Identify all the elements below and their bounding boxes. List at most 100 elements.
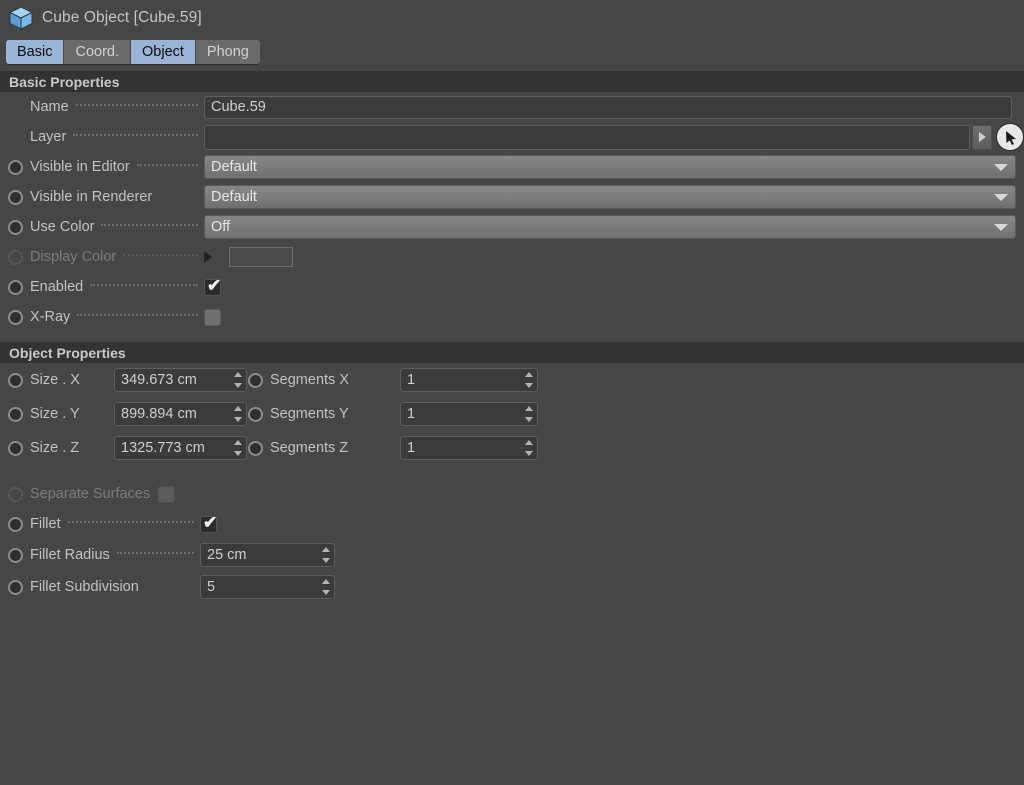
visible-in-editor-value: Default — [211, 159, 257, 175]
leader-dots — [101, 223, 198, 226]
segments-x-input[interactable]: 1 — [400, 368, 538, 392]
segments-y-input[interactable]: 1 — [400, 402, 538, 426]
row-size-z: Size . Z 1325.773 cm Segments Z 1 — [0, 431, 1024, 465]
name-label-cell: Name — [8, 99, 204, 115]
animate-dot-segments-x[interactable] — [248, 372, 263, 388]
tab-basic[interactable]: Basic — [6, 40, 65, 64]
leader-dots — [75, 103, 198, 106]
animate-dot-separate-surfaces — [8, 486, 23, 502]
segments-y-cell: Segments Y 1 — [248, 402, 538, 426]
row-visible-in-renderer: Visible in Renderer Default — [0, 182, 1024, 212]
use-color-label: Use Color — [30, 219, 95, 235]
fillet-subdivision-label: Fillet Subdivision — [30, 579, 139, 595]
animate-dot-enabled[interactable] — [8, 279, 23, 295]
chevron-down-icon — [994, 194, 1008, 201]
visible-in-editor-label: Visible in Editor — [30, 159, 130, 175]
size-y-label: Size . Y — [30, 406, 80, 422]
size-x-label: Size . X — [30, 372, 80, 388]
fillet-label-cell: Fillet — [8, 516, 200, 532]
row-name: Name Cube.59 — [0, 92, 1024, 122]
fillet-radius-value: 25 cm — [207, 547, 247, 563]
visible-in-renderer-dropdown[interactable]: Default — [204, 185, 1016, 209]
stepper-icon[interactable] — [321, 547, 330, 563]
size-x-input[interactable]: 349.673 cm — [114, 368, 247, 392]
stepper-icon[interactable] — [321, 579, 330, 595]
tab-coord[interactable]: Coord. — [64, 40, 131, 64]
tab-strip: Basic Coord. Object Phong — [6, 40, 260, 64]
animate-dot-display-color — [8, 249, 23, 265]
segments-x-label: Segments X — [270, 372, 349, 388]
section-header-object-properties: Object Properties — [0, 342, 1024, 363]
xray-checkbox[interactable] — [204, 308, 221, 326]
row-use-color: Use Color Off — [0, 212, 1024, 242]
layer-pick-cursor-button[interactable] — [996, 123, 1024, 151]
animate-dot-visible-renderer[interactable] — [8, 189, 23, 205]
name-input[interactable]: Cube.59 — [204, 95, 1012, 119]
layer-input[interactable] — [204, 124, 970, 150]
segments-x-cell: Segments X 1 — [248, 368, 538, 392]
fillet-checkbox[interactable]: ✔ — [200, 514, 217, 533]
panel-titlebar: Cube Object [Cube.59] — [0, 0, 1024, 36]
segments-z-cell: Segments Z 1 — [248, 436, 538, 460]
display-color-swatch[interactable] — [229, 247, 293, 267]
fillet-radius-label-cell: Fillet Radius — [8, 547, 200, 563]
stepper-icon[interactable] — [524, 406, 533, 422]
disclosure-triangle-icon[interactable] — [204, 251, 220, 263]
fillet-label: Fillet — [30, 516, 61, 532]
display-color-label-cell: Display Color — [8, 249, 204, 265]
animate-dot-segments-z[interactable] — [248, 440, 263, 456]
leader-dots — [67, 520, 194, 523]
enabled-label: Enabled — [30, 279, 84, 295]
animate-dot-visible-editor[interactable] — [8, 159, 23, 175]
use-color-dropdown[interactable]: Off — [204, 215, 1016, 239]
layer-label-cell: Layer — [8, 129, 204, 145]
leader-dots — [77, 313, 198, 316]
separate-surfaces-label: Separate Surfaces — [30, 486, 151, 502]
row-fillet-subdivision: Fillet Subdivision 5 — [0, 571, 1024, 603]
visible-in-renderer-label: Visible in Renderer — [30, 189, 153, 205]
visible-in-renderer-value: Default — [211, 189, 257, 205]
segments-z-input[interactable]: 1 — [400, 436, 538, 460]
animate-dot-size-y[interactable] — [8, 406, 23, 422]
layer-dropdown-button[interactable] — [972, 124, 992, 150]
size-x-cell: Size . X 349.673 cm — [8, 368, 248, 392]
visible-in-editor-dropdown[interactable]: Default — [204, 155, 1016, 179]
tab-phong[interactable]: Phong — [195, 40, 260, 64]
tab-object[interactable]: Object — [131, 40, 196, 64]
animate-dot-fillet-radius[interactable] — [8, 547, 23, 563]
fillet-subdivision-input[interactable]: 5 — [200, 575, 335, 599]
enabled-checkbox[interactable]: ✔ — [204, 277, 221, 296]
stepper-icon[interactable] — [524, 372, 533, 388]
stepper-icon[interactable] — [233, 440, 242, 456]
row-layer: Layer — [0, 122, 1024, 152]
panel-title: Cube Object [Cube.59] — [42, 9, 202, 26]
size-z-value: 1325.773 cm — [121, 440, 205, 456]
stepper-icon[interactable] — [524, 440, 533, 456]
row-spacer — [0, 465, 1024, 479]
fillet-radius-input[interactable]: 25 cm — [200, 543, 335, 567]
row-display-color: Display Color — [0, 242, 1024, 272]
separate-surfaces-label-cell: Separate Surfaces — [8, 486, 150, 502]
row-enabled: Enabled ✔ — [0, 272, 1024, 302]
stepper-icon[interactable] — [233, 372, 242, 388]
size-z-cell: Size . Z 1325.773 cm — [8, 436, 248, 460]
visible-editor-label-cell: Visible in Editor — [8, 159, 204, 175]
animate-dot-size-x[interactable] — [8, 372, 23, 388]
row-fillet: Fillet ✔ — [0, 509, 1024, 539]
segments-y-value: 1 — [407, 406, 416, 422]
size-z-label: Size . Z — [30, 440, 80, 456]
animate-dot-fillet[interactable] — [8, 516, 23, 532]
animate-dot-use-color[interactable] — [8, 219, 23, 235]
leader-dots — [90, 283, 198, 286]
row-size-y: Size . Y 899.894 cm Segments Y 1 — [0, 397, 1024, 431]
animate-dot-fillet-subdivision[interactable] — [8, 579, 23, 595]
animate-dot-size-z[interactable] — [8, 440, 23, 456]
enabled-label-cell: Enabled — [8, 279, 204, 295]
cursor-arrow-icon — [1005, 130, 1016, 145]
size-z-input[interactable]: 1325.773 cm — [114, 436, 247, 460]
segments-z-label: Segments Z — [270, 440, 349, 456]
animate-dot-xray[interactable] — [8, 309, 23, 325]
size-y-input[interactable]: 899.894 cm — [114, 402, 247, 426]
stepper-icon[interactable] — [233, 406, 242, 422]
animate-dot-segments-y[interactable] — [248, 406, 263, 422]
